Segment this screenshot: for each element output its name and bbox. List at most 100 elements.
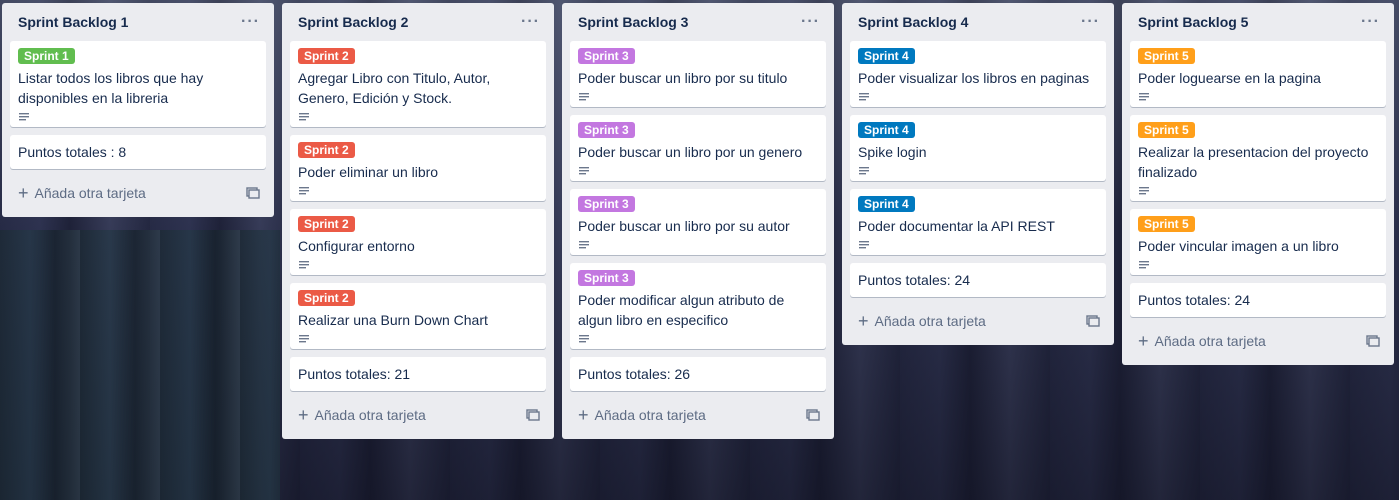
list-header: Sprint Backlog 1 ··· [10,3,266,41]
card-title: Puntos totales: 26 [578,366,691,382]
card-label[interactable]: Sprint 1 [18,48,75,64]
card[interactable]: Sprint 3 Poder buscar un libro por un ge… [570,115,826,181]
card-label[interactable]: Sprint 2 [298,216,355,232]
more-horizontal-icon[interactable]: ··· [801,14,820,30]
add-card-button[interactable]: + Añada otra tarjeta [10,177,266,209]
card-label[interactable]: Sprint 4 [858,48,915,64]
more-horizontal-icon[interactable]: ··· [521,14,540,30]
card-template-icon[interactable] [806,408,820,422]
card[interactable]: Sprint 1 Listar todos los libros que hay… [10,41,266,127]
card[interactable]: Sprint 3 Poder buscar un libro por su ti… [570,41,826,107]
card[interactable]: Sprint 4 Poder documentar la API REST [850,189,1106,255]
list-header: Sprint Backlog 3 ··· [570,3,826,41]
card-template-icon[interactable] [526,408,540,422]
list-sprint-backlog-3: Sprint Backlog 3 ··· Sprint 3 Poder busc… [562,3,834,439]
card-title: Realizar una Burn Down Chart [298,312,488,328]
more-horizontal-icon[interactable]: ··· [1081,14,1100,30]
list-title[interactable]: Sprint Backlog 5 [1138,14,1248,30]
card-template-icon[interactable] [246,186,260,200]
card-title: Puntos totales: 24 [1138,292,1251,308]
card[interactable]: Sprint 2 Configurar entorno [290,209,546,275]
list-sprint-backlog-5: Sprint Backlog 5 ··· Sprint 5 Poder logu… [1122,3,1394,365]
card-title: Poder loguearse en la pagina [1138,70,1321,86]
card-title: Realizar la presentacion del proyecto fi… [1138,144,1369,180]
card-label[interactable]: Sprint 3 [578,122,635,138]
list-header: Sprint Backlog 5 ··· [1130,3,1386,41]
more-horizontal-icon[interactable]: ··· [1361,14,1380,30]
description-icon [1139,261,1149,269]
card[interactable]: Sprint 5 Realizar la presentacion del pr… [1130,115,1386,201]
plus-icon: + [18,183,29,203]
card-title: Poder modificar algun atributo de algun … [578,292,785,328]
card-label[interactable]: Sprint 3 [578,196,635,212]
add-card-button[interactable]: + Añada otra tarjeta [290,399,546,431]
card-label[interactable]: Sprint 3 [578,270,635,286]
card-label[interactable]: Sprint 5 [1138,48,1195,64]
description-icon [859,241,869,249]
add-card-button[interactable]: + Añada otra tarjeta [850,305,1106,337]
add-card-label: Añada otra tarjeta [34,185,146,201]
card-label[interactable]: Sprint 3 [578,48,635,64]
card-label[interactable]: Sprint 5 [1138,122,1195,138]
list-sprint-backlog-2: Sprint Backlog 2 ··· Sprint 2 Agregar Li… [282,3,554,439]
card[interactable]: Sprint 5 Poder vincular imagen a un libr… [1130,209,1386,275]
description-icon [19,113,29,121]
list-title[interactable]: Sprint Backlog 4 [858,14,968,30]
board: Sprint Backlog 1 ··· Sprint 1 Listar tod… [0,0,1399,500]
description-icon [859,167,869,175]
card-title: Listar todos los libros que hay disponib… [18,70,204,106]
card-label[interactable]: Sprint 2 [298,290,355,306]
list-header: Sprint Backlog 2 ··· [290,3,546,41]
plus-icon: + [1138,331,1149,351]
plus-icon: + [298,405,309,425]
card-template-icon[interactable] [1366,334,1380,348]
card-label[interactable]: Sprint 2 [298,48,355,64]
list-title[interactable]: Sprint Backlog 2 [298,14,408,30]
add-card-label: Añada otra tarjeta [314,407,426,423]
card-total-points[interactable]: Puntos totales: 24 [850,263,1106,297]
add-card-button[interactable]: + Añada otra tarjeta [570,399,826,431]
add-card-label: Añada otra tarjeta [1154,333,1266,349]
plus-icon: + [858,311,869,331]
add-card-label: Añada otra tarjeta [874,313,986,329]
plus-icon: + [578,405,589,425]
card-label[interactable]: Sprint 4 [858,196,915,212]
card-total-points[interactable]: Puntos totales: 21 [290,357,546,391]
list-sprint-backlog-1: Sprint Backlog 1 ··· Sprint 1 Listar tod… [2,3,274,217]
card-total-points[interactable]: Puntos totales: 26 [570,357,826,391]
card-label[interactable]: Sprint 5 [1138,216,1195,232]
more-horizontal-icon[interactable]: ··· [241,14,260,30]
card-title: Poder visualizar los libros en paginas [858,70,1090,86]
card-title: Poder buscar un libro por su autor [578,218,790,234]
card[interactable]: Sprint 4 Spike login [850,115,1106,181]
card-title: Poder documentar la API REST [858,218,1055,234]
list-header: Sprint Backlog 4 ··· [850,3,1106,41]
description-icon [579,93,589,101]
card[interactable]: Sprint 3 Poder modificar algun atributo … [570,263,826,349]
description-icon [299,113,309,121]
description-icon [579,241,589,249]
card[interactable]: Sprint 5 Poder loguearse en la pagina [1130,41,1386,107]
list-title[interactable]: Sprint Backlog 3 [578,14,688,30]
card-title: Poder buscar un libro por su titulo [578,70,788,86]
description-icon [1139,93,1149,101]
card-title: Poder eliminar un libro [298,164,439,180]
add-card-button[interactable]: + Añada otra tarjeta [1130,325,1386,357]
card[interactable]: Sprint 4 Poder visualizar los libros en … [850,41,1106,107]
card-template-icon[interactable] [1086,314,1100,328]
list-title[interactable]: Sprint Backlog 1 [18,14,128,30]
description-icon [859,93,869,101]
card-title: Spike login [858,144,927,160]
card-label[interactable]: Sprint 2 [298,142,355,158]
card-title: Configurar entorno [298,238,415,254]
description-icon [299,261,309,269]
card-total-points[interactable]: Puntos totales: 24 [1130,283,1386,317]
card[interactable]: Sprint 2 Poder eliminar un libro [290,135,546,201]
card-label[interactable]: Sprint 4 [858,122,915,138]
card[interactable]: Sprint 2 Agregar Libro con Titulo, Autor… [290,41,546,127]
card[interactable]: Sprint 2 Realizar una Burn Down Chart [290,283,546,349]
description-icon [1139,187,1149,195]
card[interactable]: Sprint 3 Poder buscar un libro por su au… [570,189,826,255]
card-total-points[interactable]: Puntos totales : 8 [10,135,266,169]
card-title: Puntos totales: 21 [298,366,411,382]
